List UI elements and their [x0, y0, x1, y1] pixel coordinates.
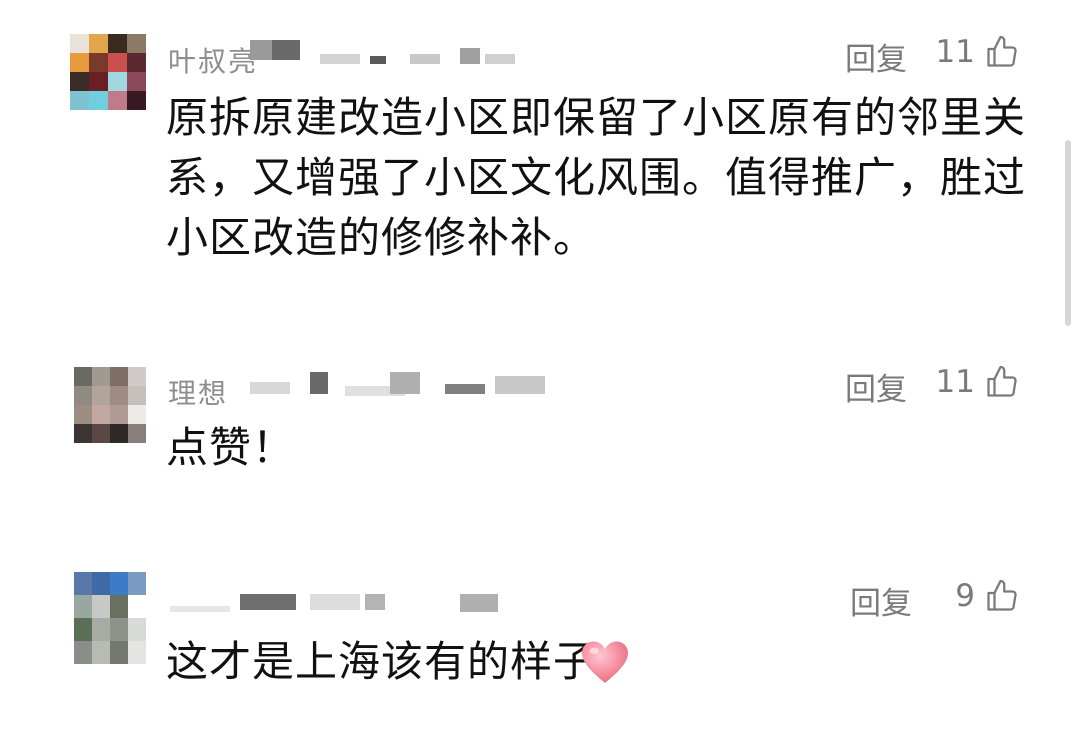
avatar-tile: [128, 572, 146, 595]
avatar-tile: [74, 641, 92, 664]
avatar-tile: [92, 405, 110, 424]
comment-text: 原拆原建改造小区即保留了小区原有的邻里关 系，又增强了小区文化风围。值得推广，胜…: [166, 88, 1026, 268]
avatar-tile: [128, 641, 146, 664]
avatar-tile: [70, 72, 89, 91]
avatar-tile: [128, 424, 146, 443]
avatar-tile: [128, 367, 146, 386]
avatar-tile: [70, 34, 89, 53]
comment-text-line: 系，又增强了小区文化风围。值得推广，胜过: [166, 153, 1027, 202]
reply-button[interactable]: 回复: [850, 578, 912, 623]
avatar-tile: [108, 34, 127, 53]
comment-text-line: 小区改造的修修补补。: [166, 213, 597, 262]
avatar-tile: [110, 641, 128, 664]
avatar-tile: [108, 72, 127, 91]
avatar-tile: [110, 572, 128, 595]
comment-text-line: 点赞！: [166, 423, 296, 472]
avatar-tile: [92, 641, 110, 664]
avatar-tile: [110, 424, 128, 443]
avatar-tile: [127, 53, 146, 72]
like-count: 11: [935, 34, 975, 70]
comment-text-content: 这才是上海该有的样子: [166, 637, 597, 686]
username-mosaic: [250, 40, 530, 64]
avatar-tile: [128, 595, 146, 618]
like-count: 11: [935, 364, 975, 400]
thumbs-up-icon[interactable]: [984, 364, 1020, 400]
avatar-tile: [127, 72, 146, 91]
comment-text: 点赞！: [166, 418, 1026, 478]
avatar-tile: [127, 34, 146, 53]
username-mosaic: [250, 372, 570, 396]
scrollbar[interactable]: [1065, 140, 1071, 326]
avatar-tile: [92, 424, 110, 443]
avatar-tile: [92, 386, 110, 405]
avatar-tile: [128, 405, 146, 424]
avatar-tile: [74, 367, 92, 386]
avatar-tile: [74, 405, 92, 424]
avatar-tile: [89, 72, 108, 91]
thumbs-up-icon[interactable]: [984, 578, 1020, 614]
avatar-tile: [89, 91, 108, 110]
avatar-tile: [110, 595, 128, 618]
avatar-tile: [92, 595, 110, 618]
username[interactable]: 叶叔亮: [168, 40, 258, 80]
avatar-tile: [89, 34, 108, 53]
avatar[interactable]: [74, 572, 146, 664]
avatar-tile: [74, 424, 92, 443]
avatar-tile: [108, 91, 127, 110]
avatar-tile: [110, 367, 128, 386]
comment-text-line: 原拆原建改造小区即保留了小区原有的邻里关: [166, 93, 1027, 142]
avatar-tile: [74, 386, 92, 405]
avatar-tile: [92, 572, 110, 595]
avatar-tile: [92, 367, 110, 386]
avatar-tile: [74, 572, 92, 595]
username-mosaic: [170, 592, 510, 612]
avatar-tile: [127, 91, 146, 110]
avatar-tile: [110, 618, 128, 641]
avatar-tile: [74, 618, 92, 641]
reply-button[interactable]: 回复: [845, 34, 907, 79]
avatar-tile: [128, 618, 146, 641]
like-count: 9: [955, 578, 975, 614]
avatar[interactable]: [74, 367, 146, 443]
avatar-tile: [108, 53, 127, 72]
heart-emoji-icon: [582, 641, 628, 683]
username[interactable]: 理想: [168, 372, 228, 412]
avatar-tile: [74, 595, 92, 618]
reply-button[interactable]: 回复: [845, 364, 907, 409]
avatar-tile: [128, 386, 146, 405]
avatar-tile: [110, 405, 128, 424]
avatar-tile: [89, 53, 108, 72]
avatar-tile: [110, 386, 128, 405]
avatar-tile: [70, 91, 89, 110]
avatar-tile: [92, 618, 110, 641]
avatar-tile: [70, 53, 89, 72]
thumbs-up-icon[interactable]: [984, 34, 1020, 70]
avatar[interactable]: [70, 34, 146, 110]
